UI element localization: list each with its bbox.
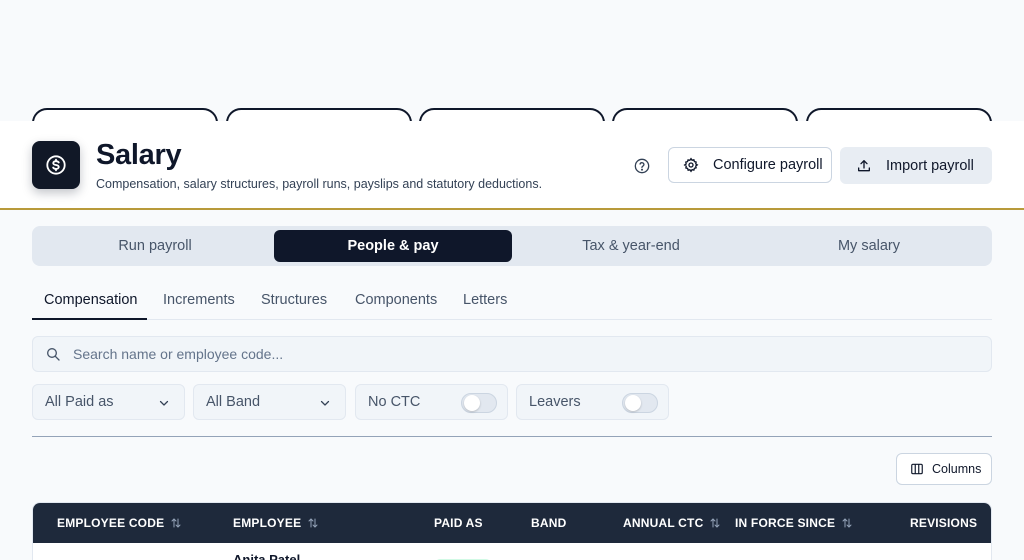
column-header-band: BAND [531, 516, 566, 530]
segment-tax-year-end[interactable]: Tax & year-end [512, 230, 750, 262]
help-icon[interactable] [633, 157, 651, 175]
section-divider [32, 436, 992, 437]
sort-icon [171, 518, 181, 528]
band-filter[interactable]: All Band [193, 384, 346, 420]
top-empty-area [0, 0, 1024, 121]
chevron-down-icon [320, 400, 330, 406]
compensation-table: EMPLOYEE CODE EMPLOYEE PAID AS BAND ANNU… [32, 502, 992, 560]
search-input[interactable] [73, 346, 953, 362]
configure-payroll-label: Configure payroll [713, 157, 823, 173]
page-header: Salary Compensation, salary structures, … [0, 121, 1024, 210]
column-header-annual-ctc[interactable]: ANNUAL CTC [623, 516, 721, 530]
leavers-toggle[interactable] [622, 393, 658, 413]
gear-icon [683, 157, 699, 173]
columns-icon [911, 463, 923, 475]
toggle-knob [625, 395, 641, 411]
segment-run-payroll[interactable]: Run payroll [36, 230, 274, 262]
leavers-label: Leavers [529, 394, 581, 410]
sort-icon [308, 518, 318, 528]
segment-people-pay[interactable]: People & pay [274, 230, 512, 262]
section-segmented-control: Run payroll People & pay Tax & year-end … [32, 226, 992, 266]
tab-letters[interactable]: Letters [463, 292, 507, 308]
segment-my-salary[interactable]: My salary [750, 230, 988, 262]
no-ctc-filter: No CTC [355, 384, 508, 420]
column-header-label: EMPLOYEE [233, 516, 302, 530]
columns-button-label: Columns [932, 462, 982, 476]
stat-cards-peek [0, 108, 1024, 138]
no-ctc-toggle[interactable] [461, 393, 497, 413]
configure-payroll-button[interactable]: Configure payroll [668, 147, 832, 183]
subtab-bar: Compensation Increments Structures Compo… [32, 284, 992, 320]
column-header-label: IN FORCE SINCE [735, 516, 836, 530]
sort-icon [842, 518, 852, 528]
table-row-employee-name[interactable]: Anita Patel [233, 552, 300, 560]
page-title: Salary [96, 139, 182, 171]
sort-icon [710, 518, 720, 528]
column-header-employee[interactable]: EMPLOYEE [233, 516, 319, 530]
leavers-filter: Leavers [516, 384, 669, 420]
column-header-paid-as: PAID AS [434, 516, 483, 530]
column-header-label: EMPLOYEE CODE [57, 516, 165, 530]
column-header-employee-code[interactable]: EMPLOYEE CODE [57, 516, 182, 530]
column-header-label: REVISIONS [910, 516, 978, 530]
tab-compensation[interactable]: Compensation [44, 292, 138, 308]
column-header-label: ANNUAL CTC [623, 516, 704, 530]
tab-increments[interactable]: Increments [163, 292, 235, 308]
paid-as-filter[interactable]: All Paid as [32, 384, 185, 420]
band-filter-value: All Band [206, 394, 261, 410]
no-ctc-label: No CTC [368, 394, 421, 410]
table-header: EMPLOYEE CODE EMPLOYEE PAID AS BAND ANNU… [33, 503, 991, 543]
dollar-circle-icon [32, 141, 80, 189]
columns-button[interactable]: Columns [896, 453, 992, 485]
chevron-down-icon [159, 400, 169, 406]
search-icon [47, 348, 60, 361]
import-payroll-button[interactable]: Import payroll [840, 147, 992, 184]
tab-structures[interactable]: Structures [261, 292, 327, 308]
upload-icon [858, 159, 870, 171]
column-header-in-force-since[interactable]: IN FORCE SINCE [735, 516, 853, 530]
search-bar [32, 336, 992, 372]
tab-components[interactable]: Components [355, 292, 437, 308]
page-subtitle: Compensation, salary structures, payroll… [96, 177, 543, 191]
active-tab-indicator [32, 318, 147, 320]
paid-as-filter-value: All Paid as [45, 394, 114, 410]
column-header-label: PAID AS [434, 516, 483, 530]
column-header-label: BAND [531, 516, 567, 530]
toggle-knob [464, 395, 480, 411]
column-header-revisions: REVISIONS [910, 516, 977, 530]
import-payroll-label: Import payroll [886, 157, 974, 174]
